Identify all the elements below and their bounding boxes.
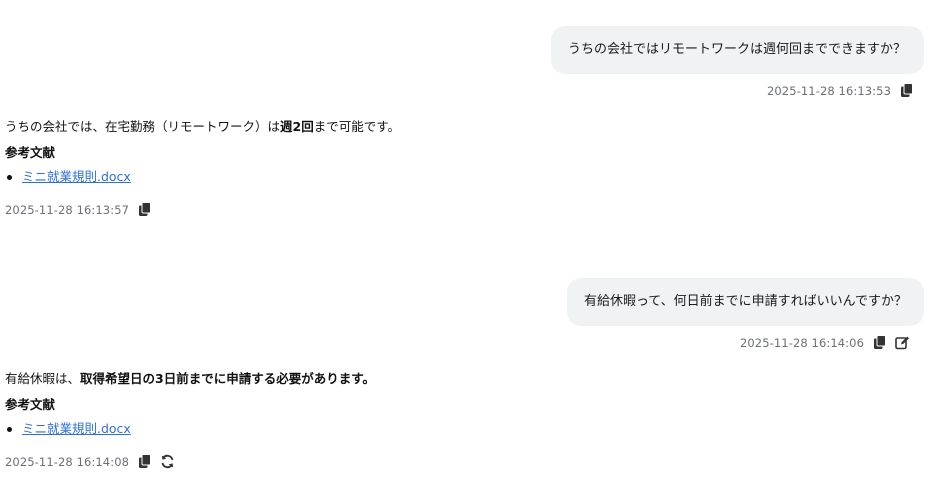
answer-text-part: 可能です。 [338, 119, 400, 134]
references-list: ミニ就業規則.docx [5, 168, 705, 186]
assistant-message: うちの会社では、在宅勤務（リモートワーク）は週2回まで可能です。 参考文献 ミニ… [5, 118, 705, 217]
message-meta: 2025-11-28 16:14:08 [5, 454, 705, 469]
answer-text: うちの会社では、在宅勤務（リモートワーク）は週2回まで可能です。 [5, 118, 705, 136]
answer-text-part: うちの会社では、在宅勤務（リモートワーク）は [5, 119, 281, 134]
user-message-bubble: 有給休暇って、何日前までに申請すればいいんですか？ [566, 278, 924, 326]
message-meta: 2025-11-28 16:13:53 [767, 83, 914, 98]
user-message-bubble: うちの会社ではリモートワークは週何回までできますか？ [550, 26, 924, 74]
reference-link[interactable]: ミニ就業規則.docx [22, 168, 131, 186]
answer-bold-part: 取得希望日の3日前までに申請する必要があります。 [80, 371, 375, 386]
answer-bold-part: 週2回 [280, 119, 314, 134]
copy-icon[interactable] [872, 335, 887, 350]
edit-icon[interactable] [895, 335, 910, 350]
message-meta: 2025-11-28 16:14:06 [740, 335, 910, 350]
copy-icon[interactable] [137, 202, 152, 217]
answer-text: 有給休暇は、取得希望日の3日前までに申請する必要があります。 [5, 370, 705, 388]
references-title: 参考文献 [5, 397, 56, 412]
user-message: うちの会社ではリモートワークは週何回までできますか？ 2025-11-28 16… [550, 26, 924, 98]
reference-item: ミニ就業規則.docx [5, 168, 705, 186]
bullet-icon [7, 174, 12, 180]
user-message-text: うちの会社ではリモートワークは週何回までできますか？ [567, 42, 906, 57]
reference-link[interactable]: ミニ就業規則.docx [22, 420, 131, 438]
regenerate-icon[interactable] [160, 454, 175, 469]
assistant-message: 有給休暇は、取得希望日の3日前までに申請する必要があります。 参考文献 ミニ就業… [5, 370, 705, 469]
bullet-icon [7, 426, 12, 432]
message-meta: 2025-11-28 16:13:57 [5, 202, 705, 217]
references-list: ミニ就業規則.docx [5, 420, 705, 438]
copy-icon[interactable] [899, 83, 914, 98]
user-message-text: 有給休暇って、何日前までに申請すればいいんですか？ [583, 294, 907, 309]
answer-text-part: まで [313, 119, 339, 134]
timestamp: 2025-11-28 16:13:53 [766, 83, 891, 98]
timestamp: 2025-11-28 16:14:08 [5, 454, 130, 469]
reference-item: ミニ就業規則.docx [5, 420, 705, 438]
references-title: 参考文献 [5, 145, 56, 160]
user-message: 有給休暇って、何日前までに申請すればいいんですか？ 2025-11-28 16:… [566, 278, 924, 350]
timestamp: 2025-11-28 16:14:06 [739, 335, 864, 350]
timestamp: 2025-11-28 16:13:57 [5, 202, 130, 217]
copy-icon[interactable] [137, 454, 152, 469]
answer-text-part: 有給休暇は、 [5, 371, 81, 386]
